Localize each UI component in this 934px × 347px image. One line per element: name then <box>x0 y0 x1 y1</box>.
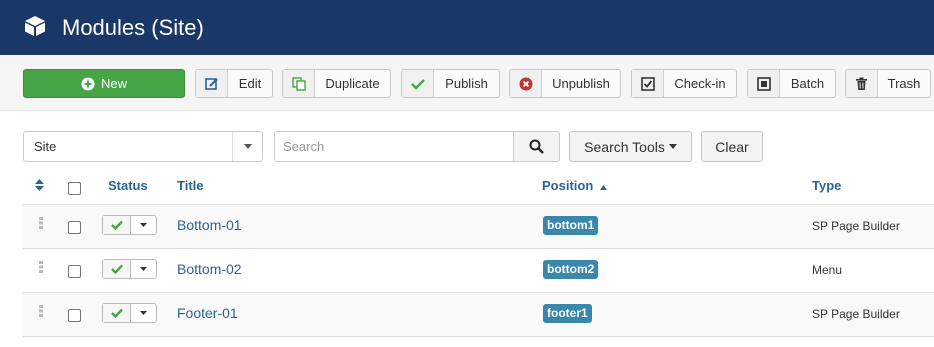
publish-button-label: Publish <box>445 76 488 91</box>
trash-button-label: Trash <box>887 76 921 91</box>
clear-button[interactable]: Clear <box>701 131 763 162</box>
table-row: Footer-01 footer1 SP Page Builder <box>23 293 934 337</box>
search-tools-button[interactable]: Search Tools <box>569 131 692 162</box>
plus-circle-icon <box>81 77 95 90</box>
check-icon <box>402 70 434 97</box>
caret-down-icon <box>232 132 262 161</box>
search-input[interactable] <box>274 131 514 162</box>
position-badge: footer1 <box>543 304 592 323</box>
duplicate-button-label: Duplicate <box>325 76 380 91</box>
edit-icon <box>196 70 228 97</box>
table-row: Bottom-02 bottom2 Menu <box>23 249 934 293</box>
trash-button[interactable]: Trash <box>845 69 931 98</box>
unpublish-icon <box>510 70 542 97</box>
module-type: SP Page Builder <box>812 307 900 321</box>
trash-icon <box>846 70 878 97</box>
edit-button[interactable]: Edit <box>195 69 273 98</box>
batch-button[interactable]: Batch <box>747 69 836 98</box>
row-checkbox[interactable] <box>68 265 81 278</box>
drag-handle-icon[interactable] <box>39 305 43 317</box>
clear-button-label: Clear <box>715 138 749 155</box>
batch-button-label: Batch <box>790 76 825 91</box>
module-type: SP Page Builder <box>812 219 900 233</box>
status-toggle[interactable] <box>102 259 157 279</box>
caret-down-icon <box>668 144 677 149</box>
select-all-checkbox[interactable] <box>68 182 81 195</box>
status-column-header[interactable]: Status <box>108 168 148 204</box>
unpublish-button[interactable]: Unpublish <box>509 69 621 98</box>
type-column-header[interactable]: Type <box>812 168 841 204</box>
caret-up-icon <box>599 185 607 190</box>
position-badge: bottom2 <box>543 260 599 279</box>
caret-down-icon[interactable] <box>131 304 156 322</box>
drag-handle-icon[interactable] <box>39 217 43 229</box>
client-select[interactable]: Site <box>23 131 263 162</box>
status-toggle[interactable] <box>102 215 157 235</box>
published-check-icon[interactable] <box>103 216 131 234</box>
client-select-value: Site <box>34 139 57 154</box>
sort-icon[interactable] <box>35 179 44 191</box>
new-button-label: New <box>100 76 127 91</box>
checkin-button[interactable]: Check-in <box>631 69 737 98</box>
unpublish-button-label: Unpublish <box>552 76 610 91</box>
page-title: Modules (Site) <box>62 15 204 40</box>
search-button[interactable] <box>513 131 560 162</box>
batch-icon <box>748 70 780 97</box>
new-button[interactable]: New <box>23 69 185 98</box>
checkbox-icon <box>632 70 664 97</box>
caret-down-icon[interactable] <box>131 260 156 278</box>
position-badge: bottom1 <box>543 216 599 235</box>
page-header: Modules (Site) <box>0 0 934 55</box>
position-column-header[interactable]: Position <box>542 168 607 204</box>
checkin-button-label: Check-in <box>674 76 726 91</box>
filter-bar: Site Search Tools Clear <box>0 131 934 163</box>
search-tools-label: Search Tools <box>584 138 665 155</box>
toolbar: New Edit Duplicate Publish Unpublish Che… <box>0 55 934 111</box>
module-title-link[interactable]: Footer-01 <box>177 305 238 321</box>
published-check-icon[interactable] <box>103 260 131 278</box>
position-column-label: Position <box>542 178 594 193</box>
search-icon <box>529 139 544 154</box>
row-checkbox[interactable] <box>68 221 81 234</box>
module-title-link[interactable]: Bottom-02 <box>177 261 242 277</box>
published-check-icon[interactable] <box>103 304 131 322</box>
table-row: Bottom-01 bottom1 SP Page Builder <box>23 205 934 249</box>
drag-handle-icon[interactable] <box>39 261 43 273</box>
row-checkbox[interactable] <box>68 309 81 322</box>
row-divider <box>23 336 934 337</box>
new-button-content: New <box>24 70 184 97</box>
caret-down-icon[interactable] <box>131 216 156 234</box>
edit-button-label: Edit <box>238 76 262 91</box>
module-type: Menu <box>812 263 843 277</box>
publish-button[interactable]: Publish <box>401 69 500 98</box>
module-title-link[interactable]: Bottom-01 <box>177 217 242 233</box>
copy-icon <box>283 70 315 97</box>
cube-icon <box>25 16 45 36</box>
duplicate-button[interactable]: Duplicate <box>282 69 391 98</box>
title-column-header[interactable]: Title <box>177 168 204 204</box>
status-toggle[interactable] <box>102 303 157 323</box>
